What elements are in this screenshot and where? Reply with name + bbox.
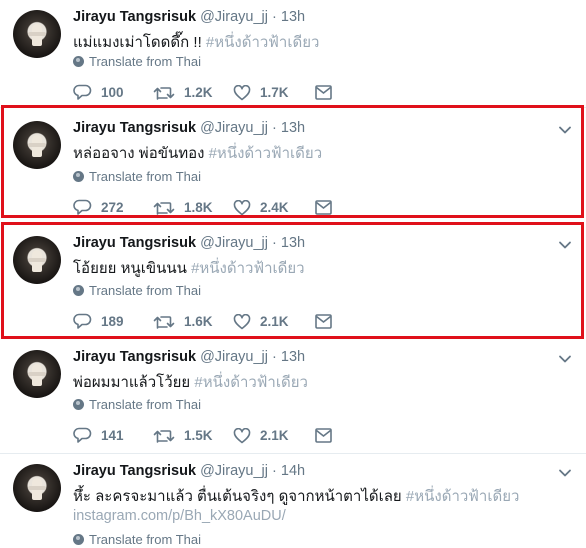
like-button[interactable]: 1.7K	[233, 84, 315, 101]
tweet-text: แม่แมงเม่าโดดดึ๊ก !! #หนึ่งด้าวฟ้าเดียว	[73, 30, 319, 54]
tweet-text: หึ้ะ ละครจะมาแล้ว ตื่นเต้นจริงๆ ดูจากหน้…	[73, 484, 519, 508]
tweet[interactable]: Jirayu Tangsrisuk @Jirayu_jj · 13h พ่อผม…	[0, 340, 586, 453]
reply-count: 141	[101, 428, 124, 443]
hashtag-link[interactable]: #หนึ่งด้าวฟ้าเดียว	[406, 488, 520, 505]
avatar[interactable]	[13, 350, 61, 398]
translate-label: Translate from Thai	[89, 54, 201, 69]
reply-icon	[73, 84, 92, 100]
tweet[interactable]: Jirayu Tangsrisuk @Jirayu_jj · 14h หึ้ะ …	[0, 454, 586, 548]
like-count: 2.1K	[260, 428, 289, 443]
handle[interactable]: @Jirayu_jj	[200, 349, 268, 365]
reply-button[interactable]: 100	[73, 84, 153, 101]
tweet-header: Jirayu Tangsrisuk @Jirayu_jj · 13h	[73, 9, 305, 25]
translate-label: Translate from Thai	[89, 532, 201, 547]
highlight-box	[1, 222, 584, 339]
highlight-box	[1, 105, 584, 218]
tweet-text: พ่อผมมาแล้วโว้ยย #หนึ่งด้าวฟ้าเดียว	[73, 370, 308, 394]
tweet[interactable]: Jirayu Tangsrisuk @Jirayu_jj · 13h แม่แม…	[0, 0, 586, 107]
like-count: 1.7K	[260, 85, 289, 100]
like-button[interactable]: 2.1K	[233, 427, 315, 444]
direct-message-icon	[315, 428, 332, 443]
globe-icon	[73, 56, 84, 67]
retweet-button[interactable]: 1.2K	[153, 85, 233, 101]
tweet-header: Jirayu Tangsrisuk @Jirayu_jj · 14h	[73, 463, 305, 479]
caret-down-icon[interactable]	[558, 352, 572, 366]
separator-dot: ·	[272, 9, 277, 25]
retweet-count: 1.2K	[184, 85, 213, 100]
globe-icon	[73, 534, 84, 545]
direct-message-button[interactable]	[315, 428, 332, 443]
reply-icon	[73, 427, 92, 443]
tweet-body: พ่อผมมาแล้วโว้ยย	[73, 374, 195, 391]
translate-link[interactable]: Translate from Thai	[73, 532, 201, 547]
timestamp[interactable]: 13h	[281, 349, 305, 365]
tweet-body: แม่แมงเม่าโดดดึ๊ก !!	[73, 34, 206, 51]
separator-dot: ·	[272, 463, 277, 479]
handle[interactable]: @Jirayu_jj	[200, 463, 268, 479]
hashtag-link[interactable]: #หนึ่งด้าวฟ้าเดียว	[194, 374, 308, 391]
translate-link[interactable]: Translate from Thai	[73, 397, 201, 412]
globe-icon	[73, 399, 84, 410]
avatar[interactable]	[13, 464, 61, 512]
tweet-body: หึ้ะ ละครจะมาแล้ว ตื่นเต้นจริงๆ ดูจากหน้…	[73, 488, 406, 505]
retweet-button[interactable]: 1.5K	[153, 428, 233, 444]
direct-message-button[interactable]	[315, 85, 332, 100]
display-name[interactable]: Jirayu Tangsrisuk	[73, 9, 196, 25]
translate-label: Translate from Thai	[89, 397, 201, 412]
instagram-link[interactable]: instagram.com/p/Bh_kX80AuDU/	[73, 508, 286, 524]
display-name[interactable]: Jirayu Tangsrisuk	[73, 349, 196, 365]
reply-count: 100	[101, 85, 124, 100]
tweet-header: Jirayu Tangsrisuk @Jirayu_jj · 13h	[73, 349, 305, 365]
timestamp[interactable]: 14h	[281, 463, 305, 479]
direct-message-icon	[315, 85, 332, 100]
hashtag-link[interactable]: #หนึ่งด้าวฟ้าเดียว	[206, 34, 320, 51]
avatar[interactable]	[13, 10, 61, 58]
retweet-icon	[153, 429, 175, 443]
tweet-actions: 141 1.5K 2.1K	[73, 427, 332, 444]
caret-down-icon[interactable]	[558, 466, 572, 480]
reply-button[interactable]: 141	[73, 427, 153, 444]
like-icon	[233, 427, 251, 443]
tweet-actions: 100 1.2K 1.7K	[73, 84, 332, 101]
retweet-count: 1.5K	[184, 428, 213, 443]
retweet-icon	[153, 86, 175, 100]
timestamp[interactable]: 13h	[281, 9, 305, 25]
display-name[interactable]: Jirayu Tangsrisuk	[73, 463, 196, 479]
separator-dot: ·	[272, 349, 277, 365]
translate-link[interactable]: Translate from Thai	[73, 54, 201, 69]
like-icon	[233, 84, 251, 100]
handle[interactable]: @Jirayu_jj	[200, 9, 268, 25]
